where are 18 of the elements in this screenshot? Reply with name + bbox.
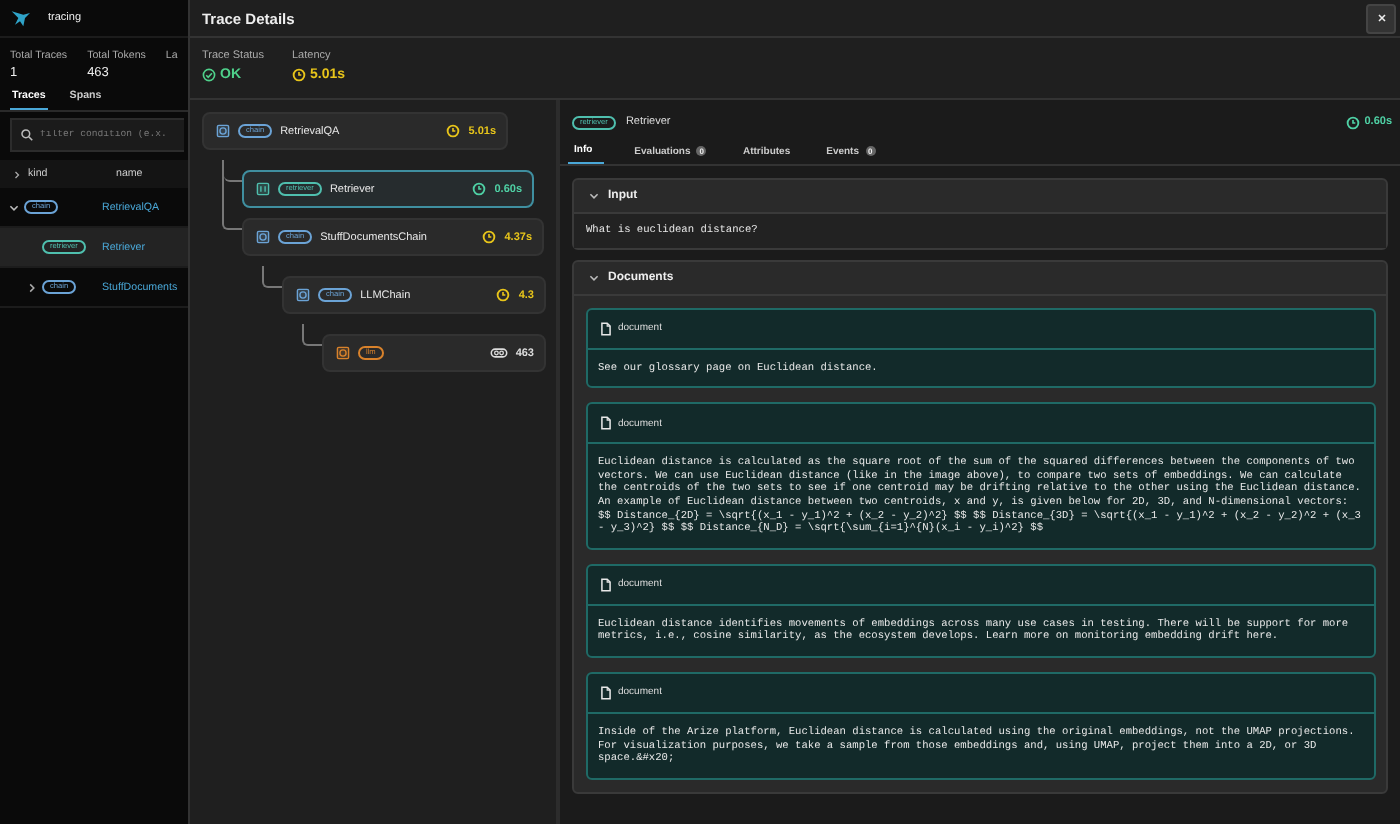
document-icon — [600, 416, 612, 431]
close-button[interactable] — [1366, 3, 1396, 33]
span-kind-icon — [256, 230, 270, 244]
clock-icon — [291, 68, 306, 82]
chevron-right-icon — [12, 169, 22, 179]
document-icon — [600, 577, 612, 592]
check-circle-icon — [202, 68, 216, 82]
token-icon — [489, 346, 508, 360]
document-icon — [600, 321, 612, 336]
span-kind-icon — [336, 346, 350, 360]
span-kind-icon — [216, 124, 230, 138]
span-kind-icon — [296, 288, 310, 302]
search-icon — [20, 128, 34, 142]
close-icon — [1375, 12, 1387, 24]
document-icon — [600, 685, 612, 700]
clock-icon — [1346, 115, 1361, 129]
span-kind-icon — [256, 182, 270, 196]
bird-logo-icon — [10, 8, 30, 28]
